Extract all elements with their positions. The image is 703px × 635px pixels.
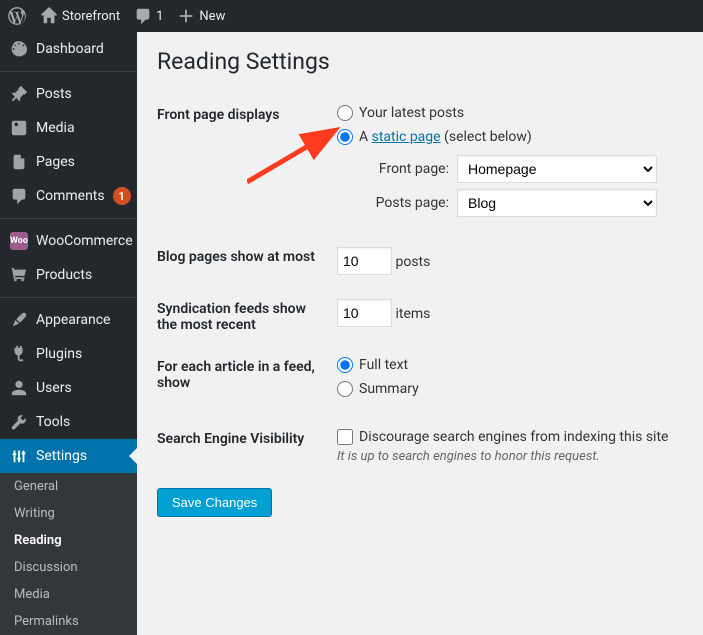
content-area: Reading Settings Front page displays You…	[137, 32, 703, 546]
sidebar-item-media[interactable]: Media	[0, 111, 137, 145]
page-title: Reading Settings	[157, 48, 683, 75]
blog-pages-input[interactable]	[337, 247, 392, 275]
sidebar-item-users[interactable]: Users	[0, 371, 137, 405]
admin-toolbar: Storefront 1 New	[0, 0, 703, 32]
select-below-text: (select below)	[441, 129, 532, 145]
article-feed-label: For each article in a feed, show	[157, 357, 337, 391]
new-label: New	[199, 9, 225, 24]
home-icon	[40, 7, 58, 25]
comments-badge: 1	[113, 187, 131, 205]
brush-icon	[10, 311, 28, 329]
admin-sidebar: Dashboard Posts Media Pages Comments 1 W…	[0, 32, 137, 546]
static-page-link[interactable]: static page	[372, 129, 441, 145]
sidebar-item-appearance[interactable]: Appearance	[0, 303, 137, 337]
sidebar-label: Media	[36, 120, 75, 136]
syndication-unit: items	[395, 306, 430, 322]
a-prefix: A	[359, 129, 372, 145]
syndication-input[interactable]	[337, 299, 392, 327]
site-name: Storefront	[62, 9, 120, 24]
sidebar-item-tools[interactable]: Tools	[0, 405, 137, 439]
radio-summary[interactable]	[337, 381, 353, 397]
submenu-general[interactable]: General	[0, 473, 137, 500]
dashboard-icon	[10, 40, 28, 58]
seo-checkbox-label: Discourage search engines from indexing …	[359, 429, 668, 445]
sidebar-label: Dashboard	[36, 41, 104, 57]
sidebar-item-settings[interactable]: Settings	[0, 439, 137, 473]
seo-description: It is up to search engines to honor this…	[337, 449, 683, 464]
woocommerce-icon: Woo	[10, 232, 28, 250]
settings-submenu: General Writing Reading Discussion Media…	[0, 473, 137, 635]
submenu-permalinks[interactable]: Permalinks	[0, 608, 137, 635]
comments-count: 1	[156, 9, 163, 24]
sidebar-item-posts[interactable]: Posts	[0, 77, 137, 111]
sidebar-label: Posts	[36, 86, 72, 102]
comment-icon	[10, 187, 28, 205]
front-page-displays-label: Front page displays	[157, 105, 337, 123]
submenu-discussion[interactable]: Discussion	[0, 554, 137, 581]
media-icon	[10, 119, 28, 137]
submenu-writing[interactable]: Writing	[0, 500, 137, 527]
wordpress-icon	[8, 7, 26, 25]
sidebar-item-products[interactable]: Products	[0, 258, 137, 292]
comments-link[interactable]: 1	[134, 7, 163, 25]
comment-icon	[134, 7, 152, 25]
sidebar-item-woocommerce[interactable]: Woo WooCommerce	[0, 224, 137, 258]
latest-posts-label: Your latest posts	[359, 105, 464, 121]
submenu-media[interactable]: Media	[0, 581, 137, 608]
wrench-icon	[10, 413, 28, 431]
sidebar-label: Settings	[36, 448, 87, 464]
posts-page-select-label: Posts page:	[367, 195, 449, 211]
page-icon	[10, 153, 28, 171]
posts-page-select[interactable]: Blog	[457, 189, 657, 217]
sidebar-label: Users	[36, 380, 72, 396]
front-page-select-label: Front page:	[367, 161, 449, 177]
site-link[interactable]: Storefront	[40, 7, 120, 25]
sliders-icon	[10, 447, 28, 465]
sidebar-item-plugins[interactable]: Plugins	[0, 337, 137, 371]
summary-label: Summary	[359, 381, 419, 397]
seo-visibility-label: Search Engine Visibility	[157, 429, 337, 447]
radio-full-text[interactable]	[337, 357, 353, 373]
wp-logo[interactable]	[8, 7, 26, 25]
radio-latest-posts[interactable]	[337, 105, 353, 121]
sidebar-label: Tools	[36, 414, 70, 430]
seo-discourage-checkbox[interactable]	[337, 429, 353, 445]
plus-icon	[177, 7, 195, 25]
front-page-select[interactable]: Homepage	[457, 155, 657, 183]
plug-icon	[10, 345, 28, 363]
full-text-label: Full text	[359, 357, 408, 373]
sidebar-label: Appearance	[36, 312, 110, 328]
cart-icon	[10, 266, 28, 284]
sidebar-label: Plugins	[36, 346, 82, 362]
sidebar-label: Comments	[36, 188, 105, 204]
radio-static-page[interactable]	[337, 129, 353, 145]
blog-pages-unit: posts	[395, 254, 430, 270]
user-icon	[10, 379, 28, 397]
sidebar-label: Products	[36, 267, 92, 283]
submenu-reading[interactable]: Reading	[0, 527, 137, 554]
new-content[interactable]: New	[177, 7, 225, 25]
sidebar-item-comments[interactable]: Comments 1	[0, 179, 137, 213]
blog-pages-label: Blog pages show at most	[157, 247, 337, 265]
sidebar-item-pages[interactable]: Pages	[0, 145, 137, 179]
syndication-label: Syndication feeds show the most recent	[157, 299, 337, 333]
pin-icon	[10, 85, 28, 103]
save-button[interactable]: Save Changes	[157, 488, 272, 517]
sidebar-label: WooCommerce	[36, 233, 133, 249]
sidebar-label: Pages	[36, 154, 75, 170]
sidebar-item-dashboard[interactable]: Dashboard	[0, 32, 137, 66]
